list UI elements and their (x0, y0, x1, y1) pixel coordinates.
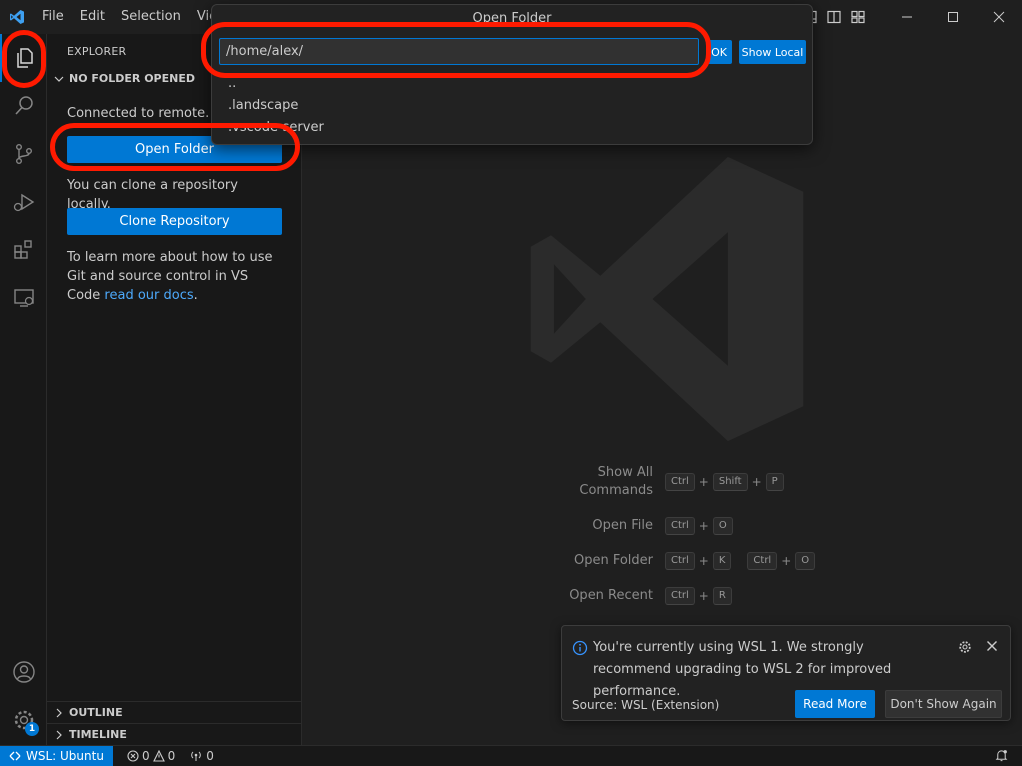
key: P (765, 473, 784, 491)
search-icon (14, 96, 33, 115)
key: O (795, 552, 816, 570)
wsl-notification: You're currently using WSL 1. We strongl… (561, 625, 1011, 721)
timeline-label: TIMELINE (69, 728, 127, 741)
shortcut-keys: Ctrl + K Ctrl + O (665, 552, 816, 570)
read-docs-link[interactable]: read our docs (104, 288, 193, 303)
customize-layout-icon[interactable] (850, 9, 866, 25)
minimize-button[interactable] (884, 0, 930, 34)
shortcut-keys: Ctrl + O (665, 517, 733, 535)
ok-button[interactable]: OK (706, 40, 732, 64)
error-count: 0 (141, 749, 150, 763)
learn-more-text: To learn more about how to use Git and s… (67, 248, 285, 305)
menu-selection[interactable]: Selection (113, 0, 189, 34)
timeline-panel-header[interactable]: TIMELINE (47, 723, 301, 745)
dialog-title: Open Folder (472, 11, 552, 26)
files-icon (16, 48, 33, 68)
status-bar: WSL: Ubuntu 0 0 0 (0, 745, 1022, 766)
key: R (712, 587, 732, 605)
ports-count: 0 (206, 749, 214, 763)
close-window-button[interactable] (976, 0, 1022, 34)
menu-file[interactable]: File (34, 0, 72, 34)
minimize-icon (902, 16, 912, 18)
folder-list-item[interactable]: .. (228, 73, 236, 95)
remote-indicator[interactable]: WSL: Ubuntu (0, 745, 113, 766)
chevron-right-icon (56, 730, 62, 739)
shortcut-label: Open Recent (569, 588, 653, 603)
notification-source: Source: WSL (Extension) (572, 698, 720, 712)
extensions-button[interactable] (0, 226, 47, 274)
run-debug-button[interactable] (0, 178, 47, 226)
shortcut-label: Open File (592, 518, 653, 533)
key: Shift (712, 473, 748, 491)
activity-bar: 1 (0, 34, 47, 745)
no-folder-section-header[interactable]: NO FOLDER OPENED (53, 72, 195, 85)
bell-icon[interactable] (995, 749, 1008, 762)
key: K (712, 552, 732, 570)
sidebar-title: EXPLORER (67, 45, 127, 58)
key: Ctrl (665, 517, 695, 535)
shortcut-label: Open Folder (573, 553, 653, 568)
search-button[interactable] (0, 82, 47, 130)
shortcut-keys: Ctrl + Shift + P (665, 473, 784, 491)
dont-show-again-button[interactable]: Don't Show Again (885, 690, 1002, 718)
window-controls (802, 0, 1022, 34)
remote-icon (9, 751, 21, 761)
folder-list-item[interactable]: .landscape (228, 95, 298, 117)
section-label: NO FOLDER OPENED (69, 72, 195, 85)
key: Ctrl (747, 552, 778, 570)
shortcut-open-folder[interactable]: Open Folder Ctrl + K Ctrl + O (302, 552, 1022, 578)
remote-explorer-icon (13, 289, 34, 307)
key: Ctrl (665, 473, 695, 491)
remote-label: WSL: Ubuntu (26, 749, 104, 763)
manage-button[interactable]: 1 (0, 696, 47, 744)
shortcut-open-file[interactable]: Open File Ctrl + O (302, 517, 1022, 543)
menu-edit[interactable]: Edit (72, 0, 113, 34)
key: O (712, 517, 733, 535)
vscode-logo-icon (0, 0, 34, 34)
shortcut-show-commands[interactable]: Show All Commands Ctrl + Shift + P (302, 464, 1022, 498)
remote-explorer-button[interactable] (0, 274, 47, 322)
learn-more-end: . (193, 288, 198, 303)
ports-indicator[interactable]: 0 (189, 749, 214, 763)
outline-label: OUTLINE (69, 706, 123, 719)
explorer-button[interactable] (0, 34, 47, 82)
maximize-button[interactable] (930, 0, 976, 34)
folder-list-item[interactable]: .vscode-server (228, 117, 324, 139)
error-icon (127, 750, 139, 762)
gear-icon[interactable] (958, 640, 972, 654)
close-icon (993, 11, 1005, 23)
maximize-icon (948, 12, 958, 22)
shortcut-keys: Ctrl + R (665, 587, 732, 605)
outline-panel-header[interactable]: OUTLINE (47, 701, 301, 723)
broadcast-icon (191, 751, 202, 761)
warning-icon (152, 750, 165, 762)
warning-count: 0 (167, 749, 176, 763)
shortcut-label: Show All Commands (579, 465, 653, 498)
vscode-watermark-icon (530, 156, 804, 442)
source-control-icon (15, 144, 32, 165)
chevron-right-icon (56, 708, 62, 717)
extensions-icon (13, 240, 32, 259)
clone-repository-button[interactable]: Clone Repository (67, 208, 282, 235)
chevron-down-icon (54, 76, 64, 82)
open-folder-dialog: Open Folder OK Show Local .. .landscape … (211, 4, 813, 145)
toggle-sidebar-icon[interactable] (826, 9, 842, 25)
account-icon (12, 661, 35, 683)
accounts-button[interactable] (0, 648, 47, 696)
shortcut-open-recent[interactable]: Open Recent Ctrl + R (302, 587, 1022, 613)
problems-indicator[interactable]: 0 0 (127, 749, 175, 763)
read-more-button[interactable]: Read More (795, 690, 875, 718)
info-icon (572, 640, 588, 656)
close-icon[interactable] (986, 640, 998, 652)
source-control-button[interactable] (0, 130, 47, 178)
folder-path-input[interactable] (219, 38, 699, 65)
notification-badge: 1 (25, 722, 39, 736)
key: Ctrl (665, 552, 695, 570)
run-debug-icon (13, 193, 34, 212)
show-local-button[interactable]: Show Local (739, 40, 806, 64)
key: Ctrl (665, 587, 695, 605)
